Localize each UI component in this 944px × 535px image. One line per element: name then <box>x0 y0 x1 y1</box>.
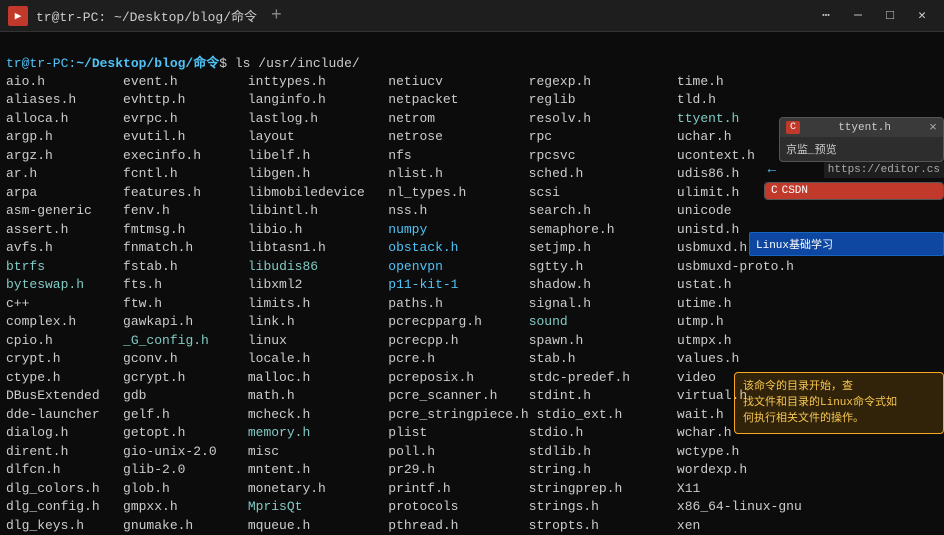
csdn-label: CSDN <box>782 185 808 197</box>
ttyent-body: 京监_预览 <box>780 137 943 161</box>
add-tab-button[interactable]: + <box>265 6 288 26</box>
terminal-icon: ▶ <box>8 6 28 26</box>
file-listing: aio.h event.h inttypes.h netiucv regexp.… <box>6 54 736 535</box>
window-title: tr@tr-PC: ~/Desktop/blog/命令 <box>36 6 257 25</box>
csdn-header: C CSDN <box>765 183 943 199</box>
ttyent-title: ttyent.h <box>838 122 891 134</box>
overlay-container: C ttyent.h × 京监_预览 ← https://editor.cs C… <box>724 32 944 535</box>
helper-line1: 该命令的目录开始，查 <box>743 379 935 395</box>
helper-line2: 找文件和目录的Linux命令式如 <box>743 395 935 411</box>
csdn-panel[interactable]: C CSDN <box>764 182 944 200</box>
title-bar-right: ⋯ ─ □ ✕ <box>812 5 936 27</box>
title-bar-left: ▶ tr@tr-PC: ~/Desktop/blog/命令 + <box>8 6 288 26</box>
ttyent-icon: C <box>786 121 800 134</box>
linux-panel: Linux基础学习 <box>749 232 944 256</box>
ttyent-close[interactable]: × <box>929 120 937 135</box>
file-col1: aio.h event.h inttypes.h netiucv regexp.… <box>6 74 802 535</box>
csdn-icon: C <box>771 185 778 197</box>
minimize-button[interactable]: ⋯ <box>812 5 840 27</box>
ttyent-panel-header: C ttyent.h × <box>780 118 943 137</box>
back-arrow-icon[interactable]: ← <box>768 162 776 178</box>
maximize-button[interactable]: □ <box>876 5 904 27</box>
helper-panel: 该命令的目录开始，查 找文件和目录的Linux命令式如 何执行相关文件的操作。 <box>734 372 944 434</box>
helper-line3: 何执行相关文件的操作。 <box>743 411 935 427</box>
terminal-body[interactable]: tr@tr-PC:~/Desktop/blog/命令$ ls /usr/incl… <box>0 32 944 535</box>
editor-url: https://editor.cs <box>824 162 944 178</box>
title-bar: ▶ tr@tr-PC: ~/Desktop/blog/命令 + ⋯ ─ □ ✕ <box>0 0 944 32</box>
minimize-button2[interactable]: ─ <box>844 5 872 27</box>
close-button[interactable]: ✕ <box>908 5 936 27</box>
ttyent-panel: C ttyent.h × 京监_预览 <box>779 117 944 162</box>
